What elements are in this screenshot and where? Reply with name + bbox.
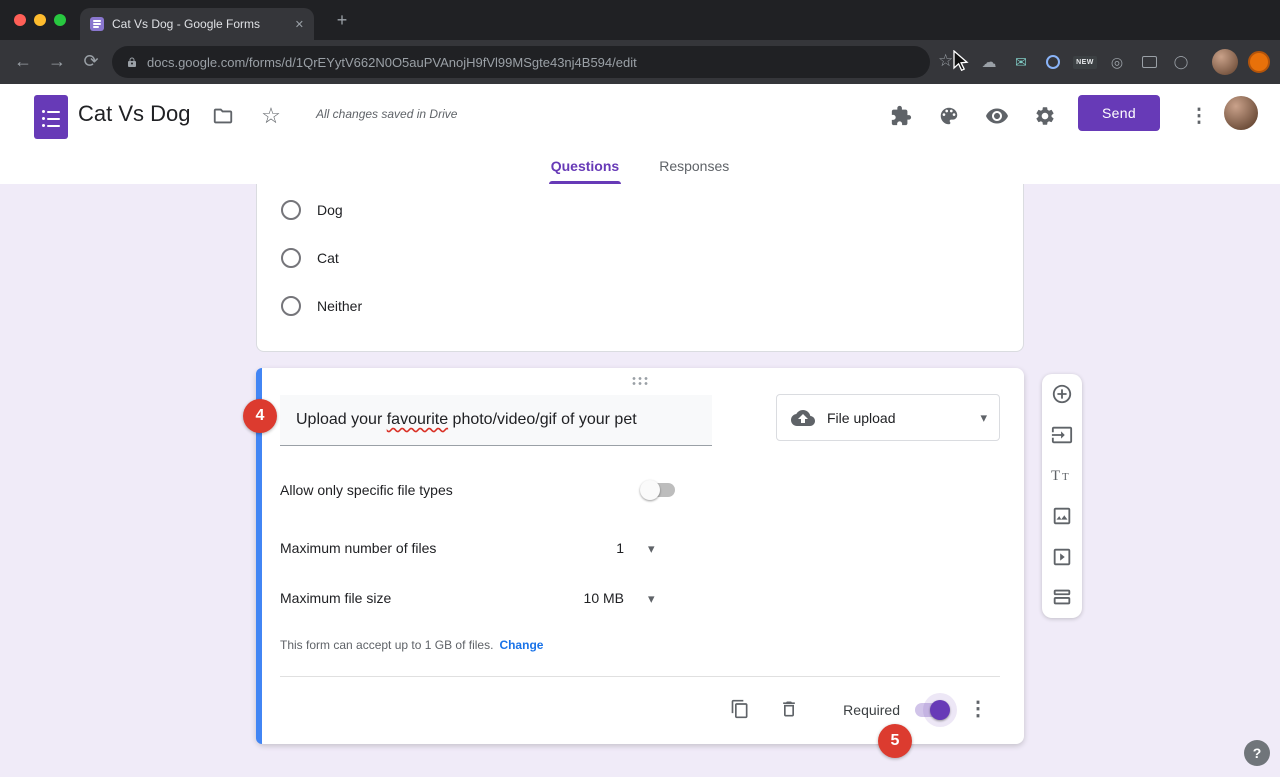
browser-profile-avatar[interactable]: [1212, 49, 1238, 75]
add-question-icon[interactable]: [1042, 374, 1082, 415]
forms-favicon-icon: [90, 17, 104, 31]
close-window-button[interactable]: [14, 14, 26, 26]
account-avatar[interactable]: [1224, 96, 1258, 130]
forward-icon[interactable]: →: [46, 51, 68, 72]
browser-menu-icon[interactable]: [1248, 51, 1270, 73]
radio-icon[interactable]: [281, 296, 301, 316]
lock-icon: [126, 56, 138, 68]
svg-text:T: T: [1051, 468, 1060, 484]
option-label: Neither: [317, 298, 362, 314]
browser-toolbar: ← → ⟳ docs.google.com/forms/d/1QrEYytV66…: [0, 40, 1280, 84]
option-row: Cat: [281, 246, 339, 270]
question-type-dropdown[interactable]: File upload ▾: [776, 394, 1000, 441]
option-row: Dog: [281, 198, 343, 222]
tab-close-icon[interactable]: ✕: [295, 18, 304, 31]
title-misspelled-text: favourite: [387, 411, 448, 428]
drag-handle-icon[interactable]: [631, 376, 649, 385]
option-label: Cat: [317, 250, 339, 266]
extension-icon-mail[interactable]: ✉: [1010, 51, 1032, 73]
setting-label-file-types: Allow only specific file types: [280, 482, 453, 498]
delete-trash-icon[interactable]: [777, 697, 801, 721]
preview-eye-icon[interactable]: [982, 101, 1012, 131]
addons-puzzle-icon[interactable]: [886, 101, 916, 131]
capacity-note-row: This form can accept up to 1 GB of files…: [280, 638, 543, 652]
reload-icon[interactable]: ⟳: [80, 51, 102, 72]
option-label: Dog: [317, 202, 343, 218]
send-button[interactable]: Send: [1078, 95, 1160, 131]
toggle-knob: [640, 480, 660, 500]
form-nav-tabs: Questions Responses: [0, 150, 1280, 184]
add-title-icon[interactable]: TT: [1042, 455, 1082, 496]
form-title[interactable]: Cat Vs Dog: [78, 101, 191, 127]
help-button[interactable]: ?: [1244, 740, 1270, 766]
question-more-icon[interactable]: ⋮: [966, 696, 990, 720]
chevron-down-icon[interactable]: ▾: [648, 591, 655, 607]
question-card-active[interactable]: 4 Upload your favourite photo/video/gif …: [256, 368, 1024, 744]
extension-icon-new[interactable]: NEW: [1072, 51, 1098, 73]
question-card-previous[interactable]: Dog Cat Neither: [256, 184, 1024, 352]
back-icon[interactable]: ←: [12, 51, 34, 72]
url-text: docs.google.com/forms/d/1QrEYytV662N0O5a…: [147, 55, 637, 70]
extension-icon-ring[interactable]: [1042, 51, 1064, 73]
cloud-upload-icon: [791, 406, 815, 430]
setting-label-max-size: Maximum file size: [280, 590, 391, 606]
question-type-label: File upload: [827, 410, 968, 426]
mouse-cursor: [952, 50, 972, 72]
radio-icon[interactable]: [281, 200, 301, 220]
required-label: Required: [812, 702, 900, 718]
zoom-window-button[interactable]: [54, 14, 66, 26]
saved-status[interactable]: All changes saved in Drive: [316, 107, 457, 121]
max-files-value[interactable]: 1: [546, 540, 624, 556]
traffic-lights: [14, 14, 66, 26]
browser-tabstrip: Cat Vs Dog - Google Forms ✕ +: [0, 0, 1280, 40]
max-size-value[interactable]: 10 MB: [546, 590, 624, 606]
new-tab-button[interactable]: +: [332, 10, 352, 31]
tab-questions[interactable]: Questions: [549, 150, 621, 184]
form-editor-canvas: Dog Cat Neither 4 Upload your favourite …: [0, 184, 1280, 777]
theme-palette-icon[interactable]: [934, 101, 964, 131]
capacity-note: This form can accept up to 1 GB of files…: [280, 638, 493, 652]
add-section-icon[interactable]: [1042, 577, 1082, 618]
file-types-toggle[interactable]: [640, 480, 676, 500]
minimize-window-button[interactable]: [34, 14, 46, 26]
forms-logo-icon[interactable]: [34, 95, 68, 139]
add-image-icon[interactable]: [1042, 496, 1082, 537]
duplicate-icon[interactable]: [728, 697, 752, 721]
forms-app-bar: Cat Vs Dog ☆ All changes saved in Drive …: [0, 84, 1280, 150]
chevron-down-icon: ▾: [980, 410, 987, 426]
settings-gear-icon[interactable]: [1030, 101, 1060, 131]
extension-icon-cast[interactable]: [1138, 51, 1160, 73]
setting-label-max-files: Maximum number of files: [280, 540, 436, 556]
move-to-folder-icon[interactable]: [208, 101, 238, 131]
screen: { "browser": { "tab_title": "Cat Vs Dog …: [0, 0, 1280, 777]
extension-icon-circle[interactable]: ◯: [1170, 51, 1192, 73]
radio-icon[interactable]: [281, 248, 301, 268]
extension-icon-target[interactable]: ◎: [1106, 51, 1128, 73]
toggle-knob: [930, 700, 950, 720]
option-row: Neither: [281, 294, 362, 318]
add-video-icon[interactable]: [1042, 536, 1082, 577]
chevron-down-icon[interactable]: ▾: [648, 541, 655, 557]
address-bar[interactable]: docs.google.com/forms/d/1QrEYytV662N0O5a…: [112, 46, 930, 78]
tab-title: Cat Vs Dog - Google Forms: [112, 17, 287, 31]
browser-tab[interactable]: Cat Vs Dog - Google Forms ✕: [80, 8, 314, 40]
title-text: Upload your: [296, 411, 387, 428]
star-form-icon[interactable]: ☆: [256, 101, 286, 131]
extension-new-badge: NEW: [1073, 56, 1097, 69]
change-link[interactable]: Change: [499, 638, 543, 652]
more-options-icon[interactable]: ⋮: [1184, 101, 1214, 131]
question-side-toolbar: TT: [1042, 374, 1082, 618]
import-questions-icon[interactable]: [1042, 415, 1082, 456]
bookmark-star-icon[interactable]: ☆: [938, 51, 953, 71]
svg-text:T: T: [1062, 471, 1069, 483]
extension-icon-drive[interactable]: ☁: [978, 51, 1000, 73]
required-toggle[interactable]: [914, 700, 950, 720]
title-text: photo/video/gif of your pet: [448, 411, 637, 428]
card-divider: [280, 676, 1000, 677]
step-badge-5: 5: [878, 724, 912, 758]
tab-responses[interactable]: Responses: [657, 150, 731, 184]
question-title-input[interactable]: Upload your favourite photo/video/gif of…: [280, 395, 712, 446]
step-badge-4: 4: [243, 399, 277, 433]
